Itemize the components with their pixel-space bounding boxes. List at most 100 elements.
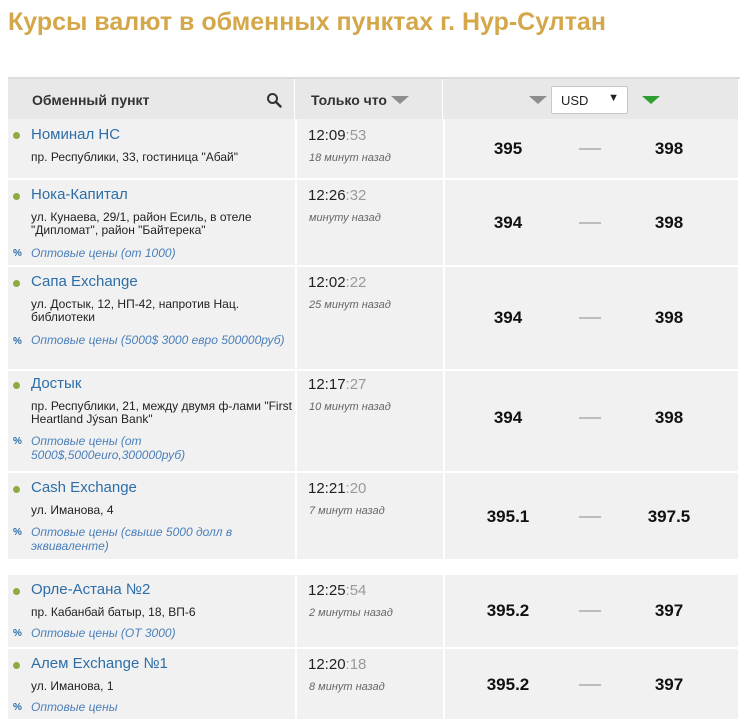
exchange-table: Обменный пункт Только что USD ▼ Номинал … xyxy=(8,77,740,719)
update-time-seconds: :27 xyxy=(345,376,367,393)
update-time: 12:25:54 xyxy=(308,582,366,599)
update-time-hm: 12:21 xyxy=(308,480,346,497)
sell-rate: 398 xyxy=(654,408,684,427)
column-divider xyxy=(295,371,297,471)
sell-rate: 397 xyxy=(654,675,684,694)
update-time-seconds: :22 xyxy=(345,274,367,291)
column-header-time-label: Только что xyxy=(311,92,387,108)
update-ago: 25 минут назад xyxy=(309,299,391,311)
rate-divider xyxy=(579,610,601,612)
buy-sort-down-icon[interactable] xyxy=(529,96,547,104)
sell-rate: 398 xyxy=(654,139,684,158)
exchange-name-link[interactable]: Нока-Капитал xyxy=(31,186,128,203)
percent-icon: % xyxy=(13,248,22,259)
percent-icon: % xyxy=(13,702,22,713)
wholesale-prices-link[interactable]: Оптовые цены xyxy=(31,700,293,714)
percent-icon: % xyxy=(13,436,22,447)
rate-divider xyxy=(579,148,601,150)
column-divider xyxy=(295,473,297,559)
exchange-name-link[interactable]: Номинал НС xyxy=(31,126,120,143)
column-divider xyxy=(295,119,297,178)
sell-rate: 397 xyxy=(654,601,684,620)
column-divider xyxy=(443,267,445,369)
update-time: 12:09:53 xyxy=(308,127,366,144)
status-dot-icon xyxy=(13,588,20,595)
wholesale-prices-link[interactable]: Оптовые цены (от 1000) xyxy=(31,246,293,260)
exchange-name-link[interactable]: Сапа Exchange xyxy=(31,273,138,290)
update-time-hm: 12:26 xyxy=(308,187,346,204)
currency-select-value: USD xyxy=(561,92,589,108)
sort-down-icon[interactable] xyxy=(391,96,409,104)
exchange-name-link[interactable]: Алем Exchange №1 xyxy=(31,655,168,672)
percent-icon: % xyxy=(13,628,22,639)
wholesale-prices-link[interactable]: Оптовые цены (от 5000$,5000euro,300000ру… xyxy=(31,434,293,462)
exchange-name-link[interactable]: Cash Exchange xyxy=(31,479,137,496)
exchange-address: ул. Достык, 12, НП-42, напротив Нац. биб… xyxy=(31,297,240,324)
buy-rate: 395.2 xyxy=(486,675,530,694)
sell-rate: 398 xyxy=(654,308,684,327)
table-row: Орле-Астана №2 пр. Кабанбай батыр, 18, В… xyxy=(8,575,740,649)
rate-divider xyxy=(579,684,601,686)
sell-rate: 397.5 xyxy=(647,507,691,526)
sell-rate: 398 xyxy=(654,213,684,232)
status-dot-icon xyxy=(13,280,20,287)
update-ago: минуту назад xyxy=(309,212,381,224)
page-title: Курсы валют в обменных пунктах г. Нур-Су… xyxy=(8,8,606,36)
column-divider xyxy=(443,371,445,471)
sell-sort-down-green-icon[interactable] xyxy=(642,96,660,104)
status-dot-icon xyxy=(13,132,20,139)
update-ago: 2 минуты назад xyxy=(309,607,393,619)
update-time-seconds: :20 xyxy=(345,480,367,497)
update-time-seconds: :18 xyxy=(345,656,367,673)
percent-icon: % xyxy=(13,336,22,347)
rate-divider xyxy=(579,222,601,224)
search-icon[interactable] xyxy=(266,92,282,108)
percent-icon: % xyxy=(13,527,22,538)
update-time: 12:20:18 xyxy=(308,656,366,673)
exchange-address: ул. Кунаева, 29/1, район Есиль, в отеле … xyxy=(31,210,252,237)
buy-rate: 394 xyxy=(493,308,523,327)
wholesale-prices-link[interactable]: Оптовые цены (ОТ 3000) xyxy=(31,626,293,640)
exchange-address: ул. Иманова, 4 xyxy=(31,503,114,517)
wholesale-prices-link[interactable]: Оптовые цены (свыше 5000 долл в эквивале… xyxy=(31,525,293,553)
table-row: Алем Exchange №1 ул. Иманова, 1 % Оптовы… xyxy=(8,649,740,719)
update-time: 12:21:20 xyxy=(308,480,366,497)
column-header-time[interactable]: Только что xyxy=(296,79,443,121)
column-header-exchange-point[interactable]: Обменный пункт xyxy=(8,79,295,121)
section-gap xyxy=(8,561,740,575)
status-dot-icon xyxy=(13,486,20,493)
status-dot-icon xyxy=(13,662,20,669)
column-divider xyxy=(295,575,297,647)
column-divider xyxy=(443,473,445,559)
update-ago: 7 минут назад xyxy=(309,505,385,517)
column-divider xyxy=(295,267,297,369)
currency-select[interactable]: USD ▼ xyxy=(551,86,628,114)
update-time-seconds: :32 xyxy=(345,187,367,204)
update-time-hm: 12:17 xyxy=(308,376,346,393)
table-header: Обменный пункт Только что USD ▼ xyxy=(8,77,740,121)
table-row: Cash Exchange ул. Иманова, 4 % Оптовые ц… xyxy=(8,473,740,561)
buy-rate: 394 xyxy=(493,213,523,232)
table-row: Достык пр. Республики, 21, между двумя ф… xyxy=(8,371,740,473)
buy-rate: 395.2 xyxy=(486,601,530,620)
table-row: Номинал НС пр. Республики, 33, гостиница… xyxy=(8,119,740,180)
column-divider xyxy=(443,575,445,647)
status-dot-icon xyxy=(13,382,20,389)
column-divider xyxy=(443,649,445,719)
column-divider xyxy=(295,649,297,719)
status-dot-icon xyxy=(13,193,20,200)
exchange-address: пр. Республики, 33, гостиница "Абай" xyxy=(31,150,238,164)
update-time: 12:02:22 xyxy=(308,274,366,291)
exchange-name-link[interactable]: Орле-Астана №2 xyxy=(31,581,150,598)
column-divider xyxy=(443,180,445,265)
update-time-seconds: :54 xyxy=(345,582,367,599)
rate-divider xyxy=(579,317,601,319)
exchange-name-link[interactable]: Достык xyxy=(31,375,81,392)
update-time-hm: 12:25 xyxy=(308,582,346,599)
wholesale-prices-link[interactable]: Оптовые цены (5000$ 3000 евро 500000руб) xyxy=(31,333,293,347)
update-time: 12:26:32 xyxy=(308,187,366,204)
table-row: Нока-Капитал ул. Кунаева, 29/1, район Ес… xyxy=(8,180,740,267)
update-time-hm: 12:09 xyxy=(308,127,346,144)
update-ago: 18 минут назад xyxy=(309,152,391,164)
update-time: 12:17:27 xyxy=(308,376,366,393)
